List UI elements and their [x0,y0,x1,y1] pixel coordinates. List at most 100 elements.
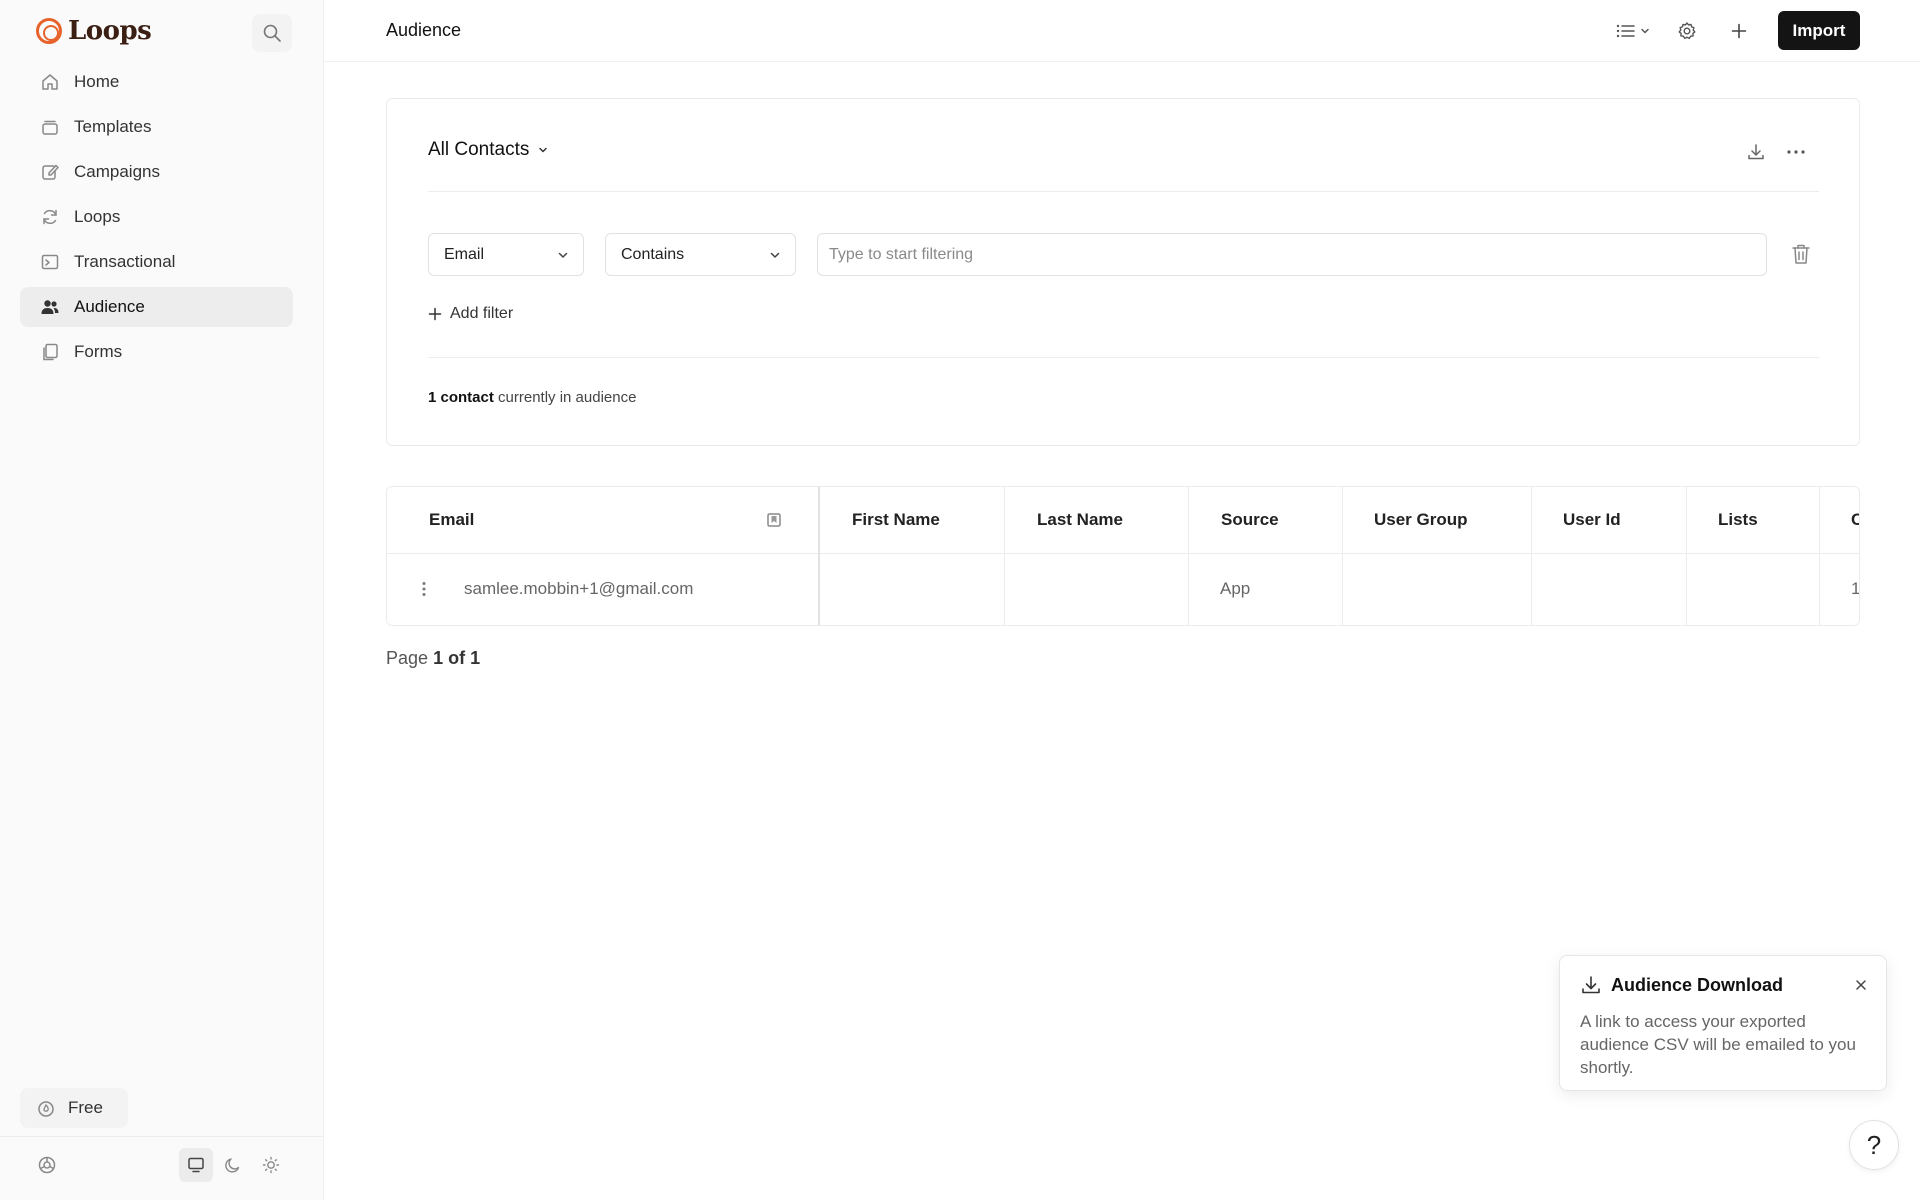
contact-count-suffix: currently in audience [498,389,637,406]
column-divider [1188,487,1189,625]
cell-email[interactable]: samlee.mobbin+1@gmail.com [464,553,693,625]
segment-selector[interactable]: All Contacts [428,139,549,161]
cell-truncated[interactable]: 1 [1851,553,1859,625]
filter-value-input[interactable] [817,233,1767,276]
contact-count: 1 contact [428,389,494,406]
gear-icon [38,1156,56,1174]
plan-label: Free [68,1098,103,1117]
settings-button[interactable] [1670,14,1704,48]
download-icon [1748,144,1764,160]
remove-filter-button[interactable] [1786,239,1816,269]
sidebar: Loops Home Templates Campaigns Loops Tra… [0,0,324,1200]
add-contact-button[interactable] [1722,14,1756,48]
plus-icon [1731,23,1747,39]
column-header-truncated[interactable]: C [1851,487,1859,553]
search-icon [263,24,281,42]
segment-title: All Contacts [428,139,530,160]
column-header-source[interactable]: Source [1221,487,1279,553]
pagination-value: 1 of 1 [433,648,481,668]
view-options-button[interactable] [1612,14,1654,48]
chevron-down-icon [770,252,780,258]
contacts-table: Email First Name Last Name Source User G… [386,486,1860,626]
row-actions-button[interactable] [417,553,431,625]
column-divider [1004,487,1005,625]
sidebar-item-campaigns[interactable]: Campaigns [20,152,293,192]
column-divider [1819,487,1820,625]
column-divider [818,487,820,625]
column-divider [1686,487,1687,625]
column-divider [1531,487,1532,625]
home-icon [40,72,60,92]
chevron-down-icon [1641,28,1649,34]
sidebar-item-label: Transactional [74,252,176,271]
sidebar-divider [0,1136,324,1137]
sidebar-item-loops[interactable]: Loops [20,197,293,237]
add-filter-button[interactable]: Add filter [428,305,513,323]
pencil-square-icon [40,162,60,182]
moon-icon [225,1158,240,1173]
system-settings-button[interactable] [32,1148,62,1182]
column-header-email[interactable]: Email [429,487,474,553]
download-button[interactable] [1741,137,1771,167]
card-divider [428,357,1819,358]
plan-badge[interactable]: Free [20,1088,128,1128]
audience-count: 1 contact currently in audience [428,389,636,406]
bookmark-icon [767,513,781,527]
logo-text: Loops [68,16,152,46]
sidebar-item-forms[interactable]: Forms [20,332,293,372]
list-icon [1616,24,1635,38]
refresh-icon [40,207,60,227]
filter-field-select[interactable]: Email [428,233,584,276]
toast-close-button[interactable] [1848,972,1874,998]
terminal-icon [40,252,60,272]
documents-icon [40,342,60,362]
audience-filter-card: All Contacts Email Contains Add filter 1… [386,98,1860,446]
download-toast: Audience Download A link to access your … [1559,955,1887,1091]
sidebar-item-label: Loops [74,207,121,226]
column-divider [1342,487,1343,625]
column-header-user-group[interactable]: User Group [1374,487,1468,553]
sidebar-item-label: Home [74,72,120,91]
column-header-lists[interactable]: Lists [1718,487,1758,553]
top-bar: Audience Import [324,0,1920,62]
more-options-button[interactable] [1781,137,1811,167]
sidebar-item-audience[interactable]: Audience [20,287,293,327]
sidebar-item-templates[interactable]: Templates [20,107,293,147]
cell-source[interactable]: App [1220,553,1250,625]
help-button[interactable]: ? [1849,1120,1899,1170]
trash-icon [1792,244,1810,264]
filter-operator-select[interactable]: Contains [605,233,796,276]
theme-light-button[interactable] [256,1148,286,1182]
logo[interactable]: Loops [36,16,152,46]
filter-field-value: Email [444,245,485,263]
pagination-prefix: Page [386,648,429,668]
sidebar-nav: Home Templates Campaigns Loops Transacti… [20,62,293,377]
theme-system-button[interactable] [179,1148,213,1182]
column-menu-button[interactable] [764,487,784,553]
theme-dark-button[interactable] [218,1148,248,1182]
card-divider [428,191,1819,192]
sidebar-item-home[interactable]: Home [20,62,293,102]
filter-operator-value: Contains [621,245,685,263]
ellipsis-icon [1787,150,1805,154]
search-button[interactable] [252,14,292,52]
page-title: Audience [386,20,462,40]
sun-icon [262,1156,280,1174]
column-header-first-name[interactable]: First Name [852,487,940,553]
import-button[interactable]: Import [1778,11,1860,50]
chevron-down-icon [539,147,548,153]
chevron-down-icon [558,252,568,258]
sidebar-item-label: Forms [74,342,123,361]
sidebar-item-transactional[interactable]: Transactional [20,242,293,282]
toast-message: A link to access your exported audience … [1580,1012,1856,1077]
plus-icon [428,307,442,321]
sidebar-item-label: Audience [74,297,145,316]
loops-logo-icon [36,18,62,44]
monitor-icon [188,1157,204,1173]
gear-icon [1678,22,1696,40]
column-header-user-id[interactable]: User Id [1563,487,1621,553]
sidebar-item-label: Templates [74,117,152,136]
column-header-last-name[interactable]: Last Name [1037,487,1123,553]
sidebar-item-label: Campaigns [74,162,160,181]
users-icon [40,297,60,317]
